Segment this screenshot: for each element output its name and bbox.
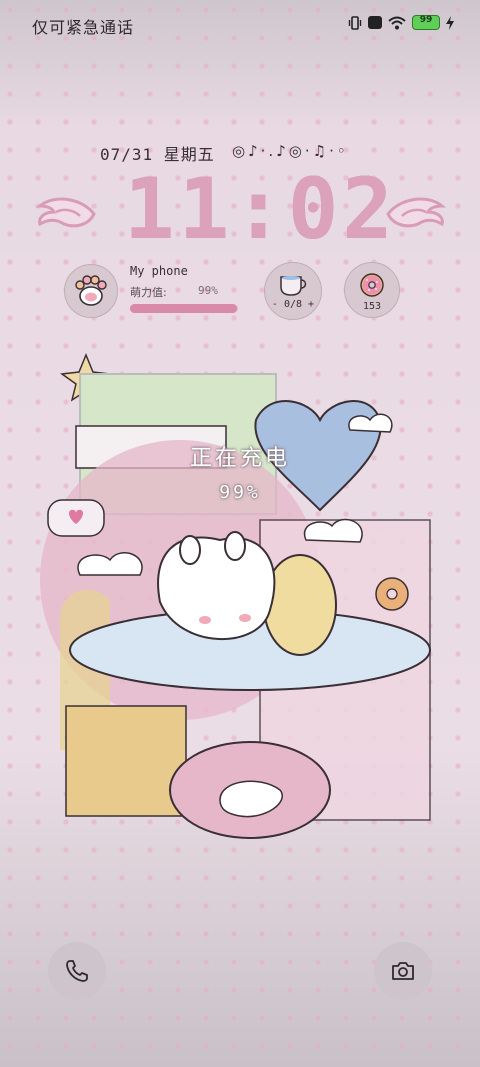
paw-icon <box>75 275 107 306</box>
donut-doodle-icon <box>375 577 409 611</box>
carrier-text: 仅可紧急通话 <box>32 18 135 37</box>
teacup-icon <box>280 276 307 296</box>
water-cup-count: - 0/8 + <box>271 299 315 310</box>
water-cup-widget[interactable]: - 0/8 + <box>264 262 322 320</box>
device-name: My phone <box>130 264 188 278</box>
status-bar: 仅可紧急通话 99 <box>0 0 480 48</box>
profile-avatar[interactable] <box>64 264 118 318</box>
charging-percent: 99% <box>219 482 261 503</box>
cute-level-bar-fill <box>130 304 237 313</box>
cute-level-value: 99% <box>198 284 218 297</box>
angel-wing-icon <box>35 197 96 228</box>
vibrate-icon <box>348 15 362 30</box>
weather-doodle-icons: ◎♪·.♪◎·♫·◦ <box>232 142 349 160</box>
donut-count: 153 <box>362 301 382 312</box>
lock-screen: 仅可紧急通话 99 07/31 星期五 ◎♪·.♪◎·♫·◦ 11:02 My … <box>0 0 480 1067</box>
status-icons: 99 <box>348 15 454 30</box>
heart-bubble-icon <box>47 499 105 537</box>
wifi-icon <box>388 16 406 29</box>
camera-icon <box>392 962 414 980</box>
notification-icon <box>368 16 382 29</box>
bunny-wallpaper-illustration <box>40 353 431 839</box>
camera-shortcut-button[interactable] <box>374 942 432 1000</box>
donut-widget[interactable]: 153 <box>344 262 400 318</box>
battery-level: 99 <box>419 15 433 25</box>
phone-icon <box>66 960 88 982</box>
charging-bolt-icon <box>446 15 454 30</box>
cute-level-bar <box>130 304 238 313</box>
battery-icon: 99 <box>412 15 440 30</box>
lock-clock: 11:02 <box>124 160 397 258</box>
cute-level-label: 萌力值: <box>130 286 167 299</box>
charging-title: 正在充电 <box>189 446 290 471</box>
phone-shortcut-button[interactable] <box>48 942 106 1000</box>
widget-row: My phone 萌力值: 99% - 0/8 + 153 <box>0 256 480 320</box>
